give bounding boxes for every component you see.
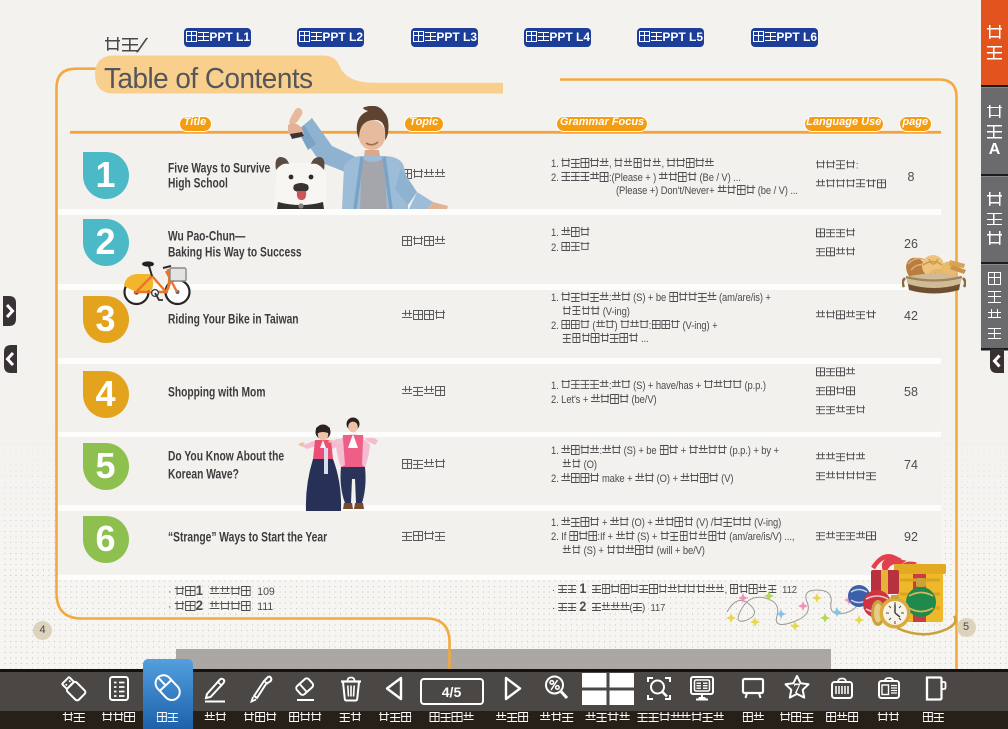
svg-text:7: 7 [793,681,800,697]
